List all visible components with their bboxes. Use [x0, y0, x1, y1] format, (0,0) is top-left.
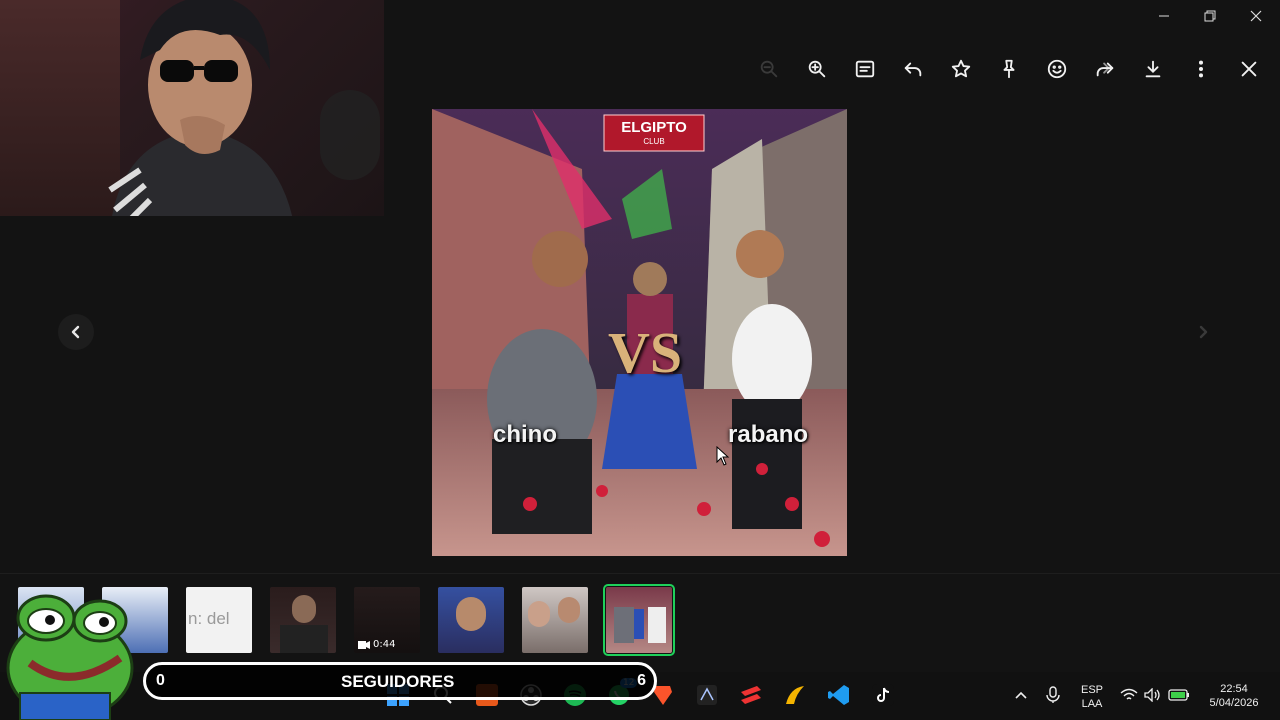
app-dark-icon [697, 685, 717, 705]
tray-show-hidden[interactable] [1008, 682, 1034, 708]
club-sign-subtext: CLUB [643, 137, 665, 146]
download-icon [1145, 60, 1161, 78]
vs-text: VS [608, 320, 683, 385]
microphone-shape [320, 90, 380, 180]
wifi-icon [1120, 688, 1138, 700]
star-button[interactable] [937, 52, 985, 86]
battery-icon [1168, 689, 1189, 701]
app-yellow-icon [786, 686, 804, 704]
tray-microphone[interactable] [1040, 682, 1066, 708]
restore-button[interactable] [1187, 0, 1233, 32]
main-image: ELGIPTO CLUB VS chino rabano [432, 109, 847, 556]
streamer-image [108, 0, 293, 216]
taskbar-app-yellow[interactable] [782, 682, 808, 708]
forward-icon [1096, 62, 1114, 77]
thumbnail-selected[interactable] [603, 584, 675, 656]
taskbar-app-dark[interactable] [694, 682, 720, 708]
minimize-button[interactable] [1141, 0, 1187, 32]
close-icon [1241, 61, 1257, 77]
close-icon [1250, 10, 1262, 22]
keyboard-layout: LAA [1081, 698, 1103, 710]
clock-time: 22:54 [1220, 683, 1248, 695]
tray-battery[interactable] [1166, 682, 1192, 708]
brave-icon [654, 686, 672, 705]
video-duration: 0:44 [358, 639, 395, 650]
video-duration-text: 0:44 [373, 639, 396, 650]
pin-button[interactable] [985, 52, 1033, 86]
taskbar-app-red[interactable] [738, 682, 764, 708]
clock-date: 5/04/2026 [1209, 697, 1259, 709]
thumbnail-text: n: del [188, 609, 230, 628]
zoom-out-icon [760, 60, 778, 78]
tiktok-icon [872, 684, 894, 706]
thumbnail-6[interactable] [438, 587, 504, 653]
close-viewer-button[interactable] [1225, 52, 1273, 86]
microphone-icon [1046, 686, 1060, 703]
right-caption: rabano [728, 421, 809, 448]
caption-icon [855, 60, 875, 78]
video-camera-icon [358, 640, 370, 649]
thumbnail-strip: n: del 0:44 [0, 573, 1280, 666]
app-red-icon [741, 686, 761, 704]
left-caption: chino [493, 421, 557, 448]
thumbnail-7[interactable] [522, 587, 588, 653]
tray-clock[interactable]: 22:54 5/04/2026 [1198, 682, 1270, 710]
pin-icon [1003, 59, 1015, 79]
close-window-button[interactable] [1233, 0, 1279, 32]
react-button[interactable] [1033, 52, 1081, 86]
volume-icon [1144, 688, 1160, 702]
thumbnail-face [292, 595, 316, 623]
taskbar-vscode[interactable] [826, 682, 852, 708]
chevron-right-icon [1199, 325, 1208, 339]
more-options-button[interactable] [1177, 52, 1225, 86]
tray-language[interactable]: ESP LAA [1076, 683, 1108, 711]
forward-button[interactable] [1081, 52, 1129, 86]
thumbnail-face [456, 597, 486, 631]
webcam-overlay [0, 0, 384, 216]
mouse-cursor-icon [716, 446, 730, 466]
download-button[interactable] [1129, 52, 1177, 86]
media-toolbar [745, 52, 1273, 86]
pepe-sticker [6, 594, 134, 720]
thumbnail-figure [614, 607, 634, 643]
thumbnail-figure [634, 609, 644, 639]
thumbnail-3[interactable]: n: del [186, 587, 252, 653]
thumbnail-face [528, 601, 550, 627]
thumbnail-4[interactable] [270, 587, 336, 653]
tray-volume[interactable] [1140, 682, 1166, 708]
followers-label: SEGUIDORES [341, 672, 455, 691]
zoom-in-icon [808, 60, 826, 78]
emoji-icon [1047, 59, 1067, 79]
previous-button[interactable] [58, 314, 94, 350]
zoom-out-button [745, 52, 793, 86]
minimize-icon [1159, 15, 1169, 17]
caption-button[interactable] [841, 52, 889, 86]
thumbnail-figure [648, 607, 666, 643]
restore-icon [1204, 10, 1216, 22]
taskbar-tiktok[interactable] [870, 682, 896, 708]
vscode-icon [828, 685, 849, 705]
zoom-in-button[interactable] [793, 52, 841, 86]
reply-icon [904, 62, 922, 77]
language-code: ESP [1080, 684, 1103, 696]
followers-goal-bar: 0 SEGUIDORES 6 [143, 662, 657, 700]
star-icon [951, 59, 971, 78]
thumbnail-body [280, 625, 328, 653]
reply-button[interactable] [889, 52, 937, 86]
title-bar [385, 0, 1280, 34]
thumbnail-video[interactable]: 0:44 [354, 587, 420, 653]
thumbnail-face [558, 597, 580, 623]
more-vertical-icon [1198, 60, 1204, 78]
chevron-up-icon [1015, 691, 1027, 699]
tray-wifi[interactable] [1116, 682, 1142, 708]
chevron-left-icon [71, 325, 80, 339]
followers-goal: 6 [637, 672, 646, 689]
followers-count: 0 [156, 672, 165, 689]
club-sign-text: ELGIPTO [621, 119, 687, 136]
next-button [1185, 314, 1221, 350]
